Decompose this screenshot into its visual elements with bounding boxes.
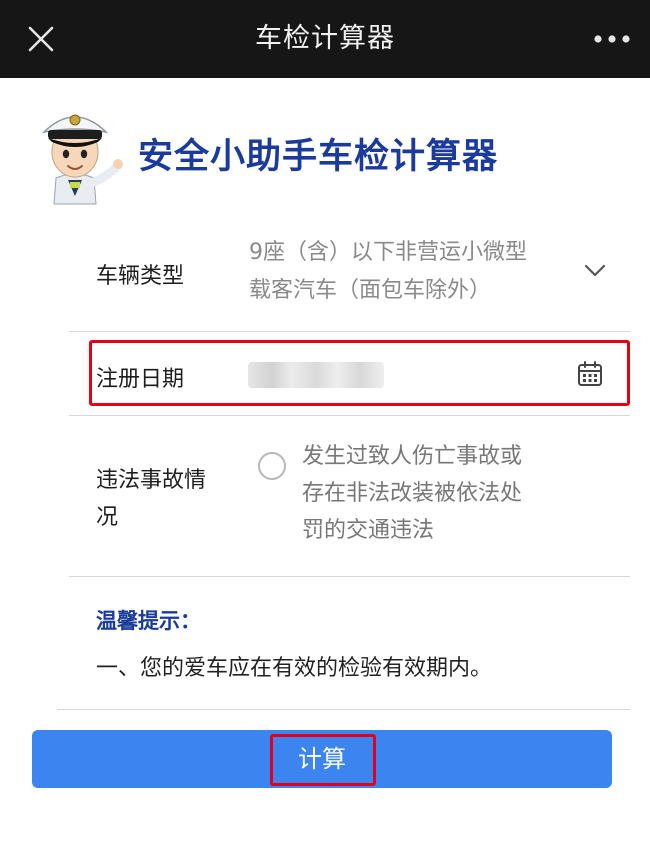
violation-option-text[interactable]: 发生过致人伤亡事故或 存在非法改装被依法处 罚的交通违法 [302, 438, 562, 549]
police-mascot-icon [41, 114, 123, 205]
top-bar: 车检计算器 [0, 0, 650, 78]
violation-label-line1: 违法事故情 [96, 468, 207, 493]
vehicle-type-label: 车辆类型 [96, 264, 185, 289]
tips-text: 一、您的爱车应在有效的检验有效期内。 [96, 656, 493, 681]
divider [69, 331, 630, 332]
violation-option-line1: 发生过致人伤亡事故或 [302, 444, 523, 469]
divider [69, 415, 630, 416]
vehicle-type-value[interactable]: 9座（含）以下非营运小微型 载客汽车（面包车除外） [249, 234, 569, 310]
violation-label: 违法事故情 况 [96, 462, 206, 536]
tips-title: 温馨提示： [96, 609, 201, 633]
vehicle-type-row[interactable]: 车辆类型 9座（含）以下非营运小微型 载客汽车（面包车除外） [69, 234, 630, 332]
violation-label-line2: 况 [96, 505, 119, 530]
close-icon [28, 26, 54, 52]
brand-title: 安全小助手车检计算器 [138, 137, 499, 177]
more-dots-icon [594, 35, 630, 43]
violation-option-line3: 罚的交通违法 [302, 518, 435, 543]
more-button[interactable] [592, 28, 632, 50]
calendar-icon[interactable] [577, 360, 603, 388]
divider [57, 709, 630, 710]
register-date-label: 注册日期 [96, 367, 185, 392]
violation-radio[interactable] [258, 452, 286, 480]
close-button[interactable] [22, 20, 60, 58]
page-title: 车检计算器 [255, 23, 395, 54]
header: 安全小助手车检计算器 [0, 78, 650, 228]
calculate-button-highlight [270, 734, 376, 786]
vehicle-type-value-line1: 9座（含）以下非营运小微型 [249, 240, 527, 265]
register-date-input[interactable] [248, 362, 384, 388]
violation-option-line2: 存在非法改装被依法处 [302, 481, 523, 506]
vehicle-type-value-line2: 载客汽车（面包车除外） [249, 278, 492, 303]
divider [69, 576, 630, 577]
chevron-down-icon[interactable] [584, 264, 606, 278]
